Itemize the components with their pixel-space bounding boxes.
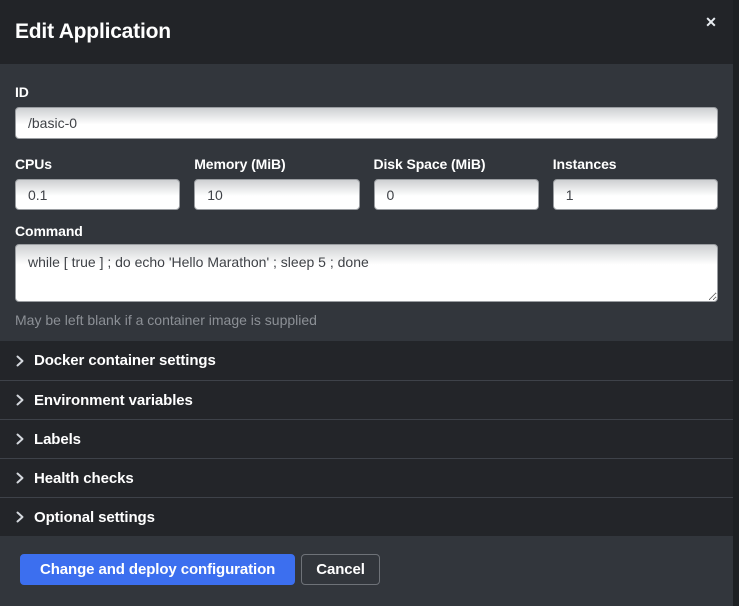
- instances-field-group: Instances: [553, 157, 718, 210]
- id-field-group: ID: [15, 85, 718, 139]
- cancel-button[interactable]: Cancel: [301, 554, 380, 585]
- chevron-right-icon: [15, 511, 25, 523]
- disk-input[interactable]: [374, 179, 539, 210]
- section-label: Labels: [34, 431, 81, 448]
- modal-title: Edit Application: [15, 20, 171, 44]
- deploy-button[interactable]: Change and deploy configuration: [20, 554, 295, 585]
- modal-header: Edit Application ✕: [0, 0, 733, 64]
- disk-field-group: Disk Space (MiB): [374, 157, 539, 210]
- chevron-right-icon: [15, 355, 25, 367]
- close-button[interactable]: ✕: [701, 12, 721, 32]
- page-background-edge: [733, 0, 739, 599]
- chevron-right-icon: [15, 394, 25, 406]
- command-field-group: Command while [ true ] ; do echo 'Hello …: [15, 224, 718, 328]
- section-environment-variables[interactable]: Environment variables: [0, 380, 733, 419]
- cpus-label: CPUs: [15, 157, 180, 171]
- section-labels[interactable]: Labels: [0, 419, 733, 458]
- close-icon: ✕: [705, 14, 717, 30]
- disk-label: Disk Space (MiB): [374, 157, 539, 171]
- collapsible-sections: Docker container settings Environment va…: [0, 341, 733, 536]
- application-form: ID CPUs Memory (MiB) Disk Space (MiB) In…: [0, 64, 733, 341]
- section-label: Docker container settings: [34, 352, 216, 369]
- edit-application-modal: Edit Application ✕ ID CPUs Memory (MiB) …: [0, 0, 733, 599]
- chevron-right-icon: [15, 433, 25, 445]
- id-input[interactable]: [15, 107, 718, 139]
- memory-label: Memory (MiB): [194, 157, 359, 171]
- chevron-right-icon: [15, 472, 25, 484]
- section-label: Health checks: [34, 470, 134, 487]
- section-health-checks[interactable]: Health checks: [0, 458, 733, 497]
- section-label: Environment variables: [34, 392, 193, 409]
- command-help-text: May be left blank if a container image i…: [15, 312, 718, 328]
- section-optional-settings[interactable]: Optional settings: [0, 497, 733, 536]
- command-textarea[interactable]: while [ true ] ; do echo 'Hello Marathon…: [15, 244, 718, 302]
- cpus-input[interactable]: [15, 179, 180, 210]
- section-label: Optional settings: [34, 509, 155, 526]
- resources-row: CPUs Memory (MiB) Disk Space (MiB) Insta…: [15, 157, 718, 210]
- instances-input[interactable]: [553, 179, 718, 210]
- memory-field-group: Memory (MiB): [194, 157, 359, 210]
- id-label: ID: [15, 85, 718, 99]
- memory-input[interactable]: [194, 179, 359, 210]
- cpus-field-group: CPUs: [15, 157, 180, 210]
- command-label: Command: [15, 224, 718, 238]
- modal-footer: Change and deploy configuration Cancel: [0, 536, 733, 606]
- section-docker-container-settings[interactable]: Docker container settings: [0, 341, 733, 380]
- instances-label: Instances: [553, 157, 718, 171]
